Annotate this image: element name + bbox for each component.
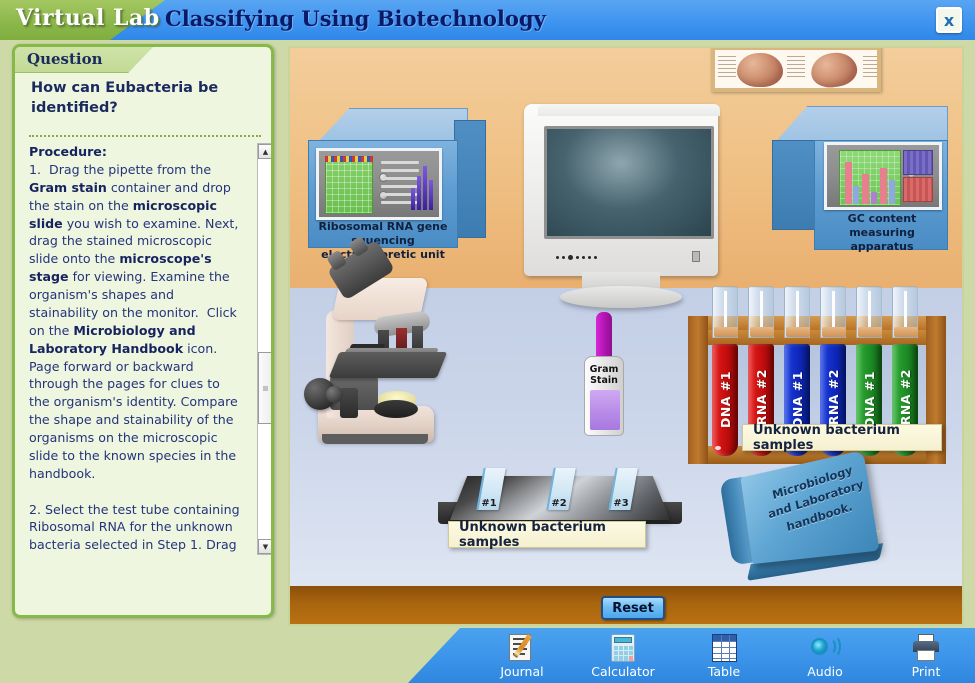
- test-tube-stick: [724, 291, 727, 331]
- scroll-down-icon[interactable]: ▼: [258, 539, 271, 554]
- test-tube-label: DNA #1: [789, 371, 805, 429]
- gel-bar-chart: [411, 166, 433, 210]
- gel-wells: [325, 156, 373, 162]
- journal-icon: [505, 633, 539, 663]
- monitor-screen[interactable]: [544, 126, 714, 239]
- slide-label: #3: [613, 498, 630, 509]
- question-text: How can Eubacteria be identified?: [31, 80, 219, 116]
- gc-display[interactable]: [824, 142, 942, 210]
- heart-illustration: [808, 50, 860, 88]
- test-tube-body[interactable]: DNA #1: [712, 344, 738, 456]
- procedure-text: Procedure: 1. Drag the pipette from the G…: [29, 144, 243, 553]
- microscope-base-trim: [322, 434, 428, 444]
- electrophoresis-display[interactable]: [316, 148, 442, 220]
- test-tube-glass: [856, 286, 882, 338]
- monitor-bevel: [538, 104, 720, 116]
- machine-side: [454, 120, 486, 238]
- test-tube-cap: [822, 327, 846, 337]
- microscope-lamp: [374, 400, 418, 418]
- monitor-case: [524, 104, 720, 276]
- scroll-up-icon[interactable]: ▲: [258, 144, 271, 159]
- poster-text-lines: [863, 56, 877, 80]
- gram-stain-label: Gram Stain: [589, 364, 619, 386]
- test-tube-cap: [786, 327, 810, 337]
- test-tube-cap: [750, 327, 774, 337]
- procedure-viewport: Procedure: 1. Drag the pipette from the G…: [29, 143, 243, 555]
- toolbar-item-calculator[interactable]: Calculator: [575, 633, 671, 679]
- gc-content-apparatus[interactable]: GC content measuring apparatus: [772, 106, 960, 253]
- printer-icon: [909, 633, 943, 663]
- scrollbar-thumb[interactable]: [258, 352, 271, 424]
- gram-stain-fluid: [590, 390, 620, 430]
- microscope-stage[interactable]: [328, 352, 448, 378]
- test-tube-stick: [760, 291, 763, 331]
- close-icon[interactable]: x: [936, 7, 962, 33]
- gc-swatch-purple: [903, 150, 933, 175]
- power-button-icon[interactable]: [692, 251, 700, 262]
- test-tube-stick: [904, 291, 907, 331]
- test-tube-glass: [712, 286, 738, 338]
- calculator-icon: [606, 633, 640, 663]
- gc-swatch-red: [903, 177, 933, 202]
- test-tube-cap: [858, 327, 882, 337]
- lab-scene: Ribosomal RNA gene squencing electrophor…: [288, 46, 964, 626]
- test-tube-cap: [894, 327, 918, 337]
- tray-caption: Unknown bacterium samples: [448, 520, 646, 550]
- question-tab-label: Question: [27, 50, 103, 68]
- test-tube-glass: [892, 286, 918, 338]
- poster-text-lines: [787, 56, 805, 80]
- test-tube-label: DNA #1: [717, 371, 733, 429]
- gram-stain-container[interactable]: Gram Stain: [579, 312, 629, 436]
- test-tube-stick: [868, 291, 871, 331]
- rack-caption: Unknown bacterium samples: [742, 423, 942, 453]
- test-tube-stick: [832, 291, 835, 331]
- slide-label: #1: [481, 498, 498, 509]
- toolbar-label: Journal: [500, 663, 544, 679]
- toolbar-label: Audio: [807, 663, 843, 679]
- bottom-toolbar: Journal Calculator Table Audio Print: [408, 628, 975, 683]
- test-tube-stick: [796, 291, 799, 331]
- microbiology-handbook-icon[interactable]: Microbiology and Laboratory handbook.: [718, 450, 898, 586]
- monitor-base: [560, 286, 682, 308]
- microscope-fine-focus-knob[interactable]: [326, 386, 343, 403]
- heart-illustration: [737, 53, 783, 87]
- app-header: Virtual Lab Classifying Using Biotechnol…: [0, 0, 975, 40]
- question-panel: Question How can Eubacteria be identifie…: [12, 44, 274, 618]
- machine-top: [316, 108, 468, 144]
- monitor-indicator-leds: [556, 255, 597, 260]
- toolbar-items: Journal Calculator Table Audio Print: [474, 628, 974, 683]
- test-tube-cap: [714, 327, 738, 337]
- toolbar-item-audio[interactable]: Audio: [777, 633, 873, 679]
- table-icon: [707, 633, 741, 663]
- question-divider: [29, 135, 261, 137]
- slide-label: #2: [551, 498, 568, 509]
- reset-button[interactable]: Reset: [601, 596, 665, 620]
- electrophoresis-unit[interactable]: Ribosomal RNA gene squencing electrophor…: [308, 108, 486, 261]
- procedure-scrollbar[interactable]: ▲ ▼: [257, 143, 271, 555]
- test-tube-glass: [820, 286, 846, 338]
- gc-chart: [839, 150, 901, 206]
- microscope[interactable]: [304, 239, 474, 463]
- gram-stain-bottle[interactable]: Gram Stain: [584, 356, 624, 436]
- toolbar-label: Print: [911, 663, 941, 679]
- anatomy-poster: [711, 48, 881, 92]
- test-tube-glass: [748, 286, 774, 338]
- toolbar-item-print[interactable]: Print: [878, 633, 974, 679]
- toolbar-item-table[interactable]: Table: [676, 633, 772, 679]
- app-name: Virtual Lab: [16, 5, 160, 31]
- test-tube-glass: [784, 286, 810, 338]
- poster-text-lines: [718, 56, 736, 80]
- test-tube-label: DNA #1: [861, 371, 877, 429]
- toolbar-item-journal[interactable]: Journal: [474, 633, 570, 679]
- page-title: Classifying Using Biotechnology: [165, 6, 546, 31]
- rack-left-post: [688, 316, 708, 464]
- gel-image: [325, 156, 373, 214]
- audio-icon: [808, 633, 842, 663]
- toolbar-label: Calculator: [591, 663, 655, 679]
- toolbar-label: Table: [707, 663, 741, 679]
- gc-apparatus-label: GC content measuring apparatus: [847, 212, 917, 253]
